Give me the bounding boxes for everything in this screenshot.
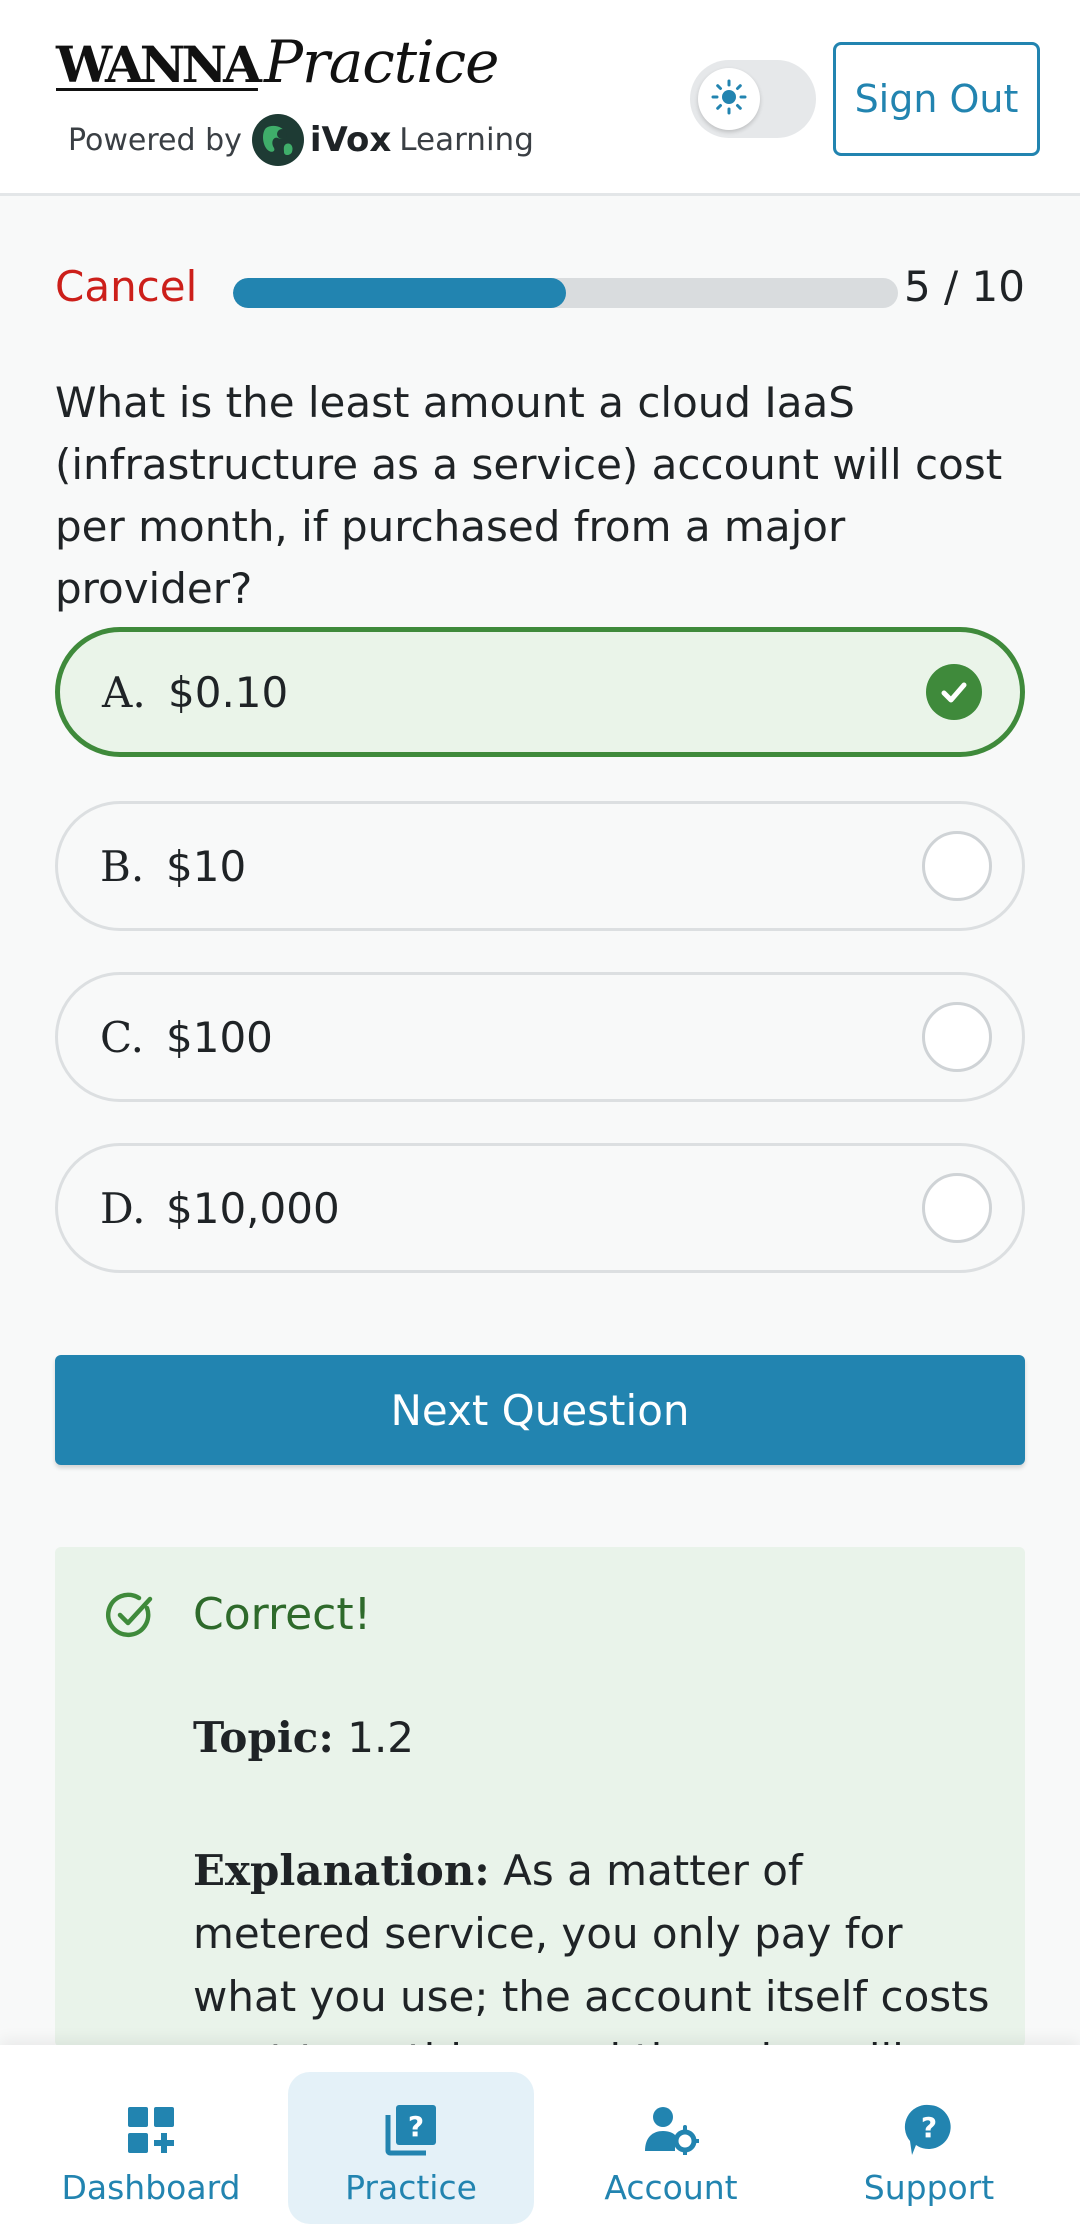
- check-circle-outline-icon: [103, 1589, 157, 1647]
- option-letter: C.: [100, 1012, 144, 1062]
- nav-label: Account: [604, 2168, 738, 2207]
- nav-item-account[interactable]: Account: [548, 2072, 794, 2240]
- dashboard-icon: [126, 2102, 176, 2158]
- sun-icon: [711, 79, 747, 119]
- radio-circle-icon: [922, 831, 992, 901]
- nav-item-dashboard[interactable]: Dashboard: [28, 2072, 274, 2240]
- option-letter: D.: [100, 1183, 146, 1233]
- topic-value: 1.2: [347, 1713, 415, 1762]
- account-icon: [643, 2102, 699, 2158]
- svg-text:?: ?: [921, 2111, 937, 2144]
- question-text: What is the least amount a cloud IaaS (i…: [55, 378, 1003, 613]
- feedback-panel: Correct! Topic: 1.2 Explanation: As a ma…: [55, 1547, 1025, 2047]
- ivox-name: iVox: [309, 120, 392, 160]
- toggle-knob: [698, 68, 760, 130]
- option-a[interactable]: A. $0.10: [55, 627, 1025, 757]
- feedback-topic: Topic: 1.2: [193, 1713, 414, 1762]
- nav-item-practice[interactable]: ? Practice: [288, 2072, 534, 2240]
- option-b[interactable]: B. $10: [55, 801, 1025, 931]
- option-letter: B.: [100, 841, 145, 891]
- nav-label: Support: [863, 2168, 995, 2207]
- feedback-status: Correct!: [193, 1589, 372, 1640]
- next-question-button[interactable]: Next Question: [55, 1355, 1025, 1465]
- option-d[interactable]: D. $10,000: [55, 1143, 1025, 1273]
- sign-out-button[interactable]: Sign Out: [833, 42, 1040, 156]
- topic-label: Topic:: [193, 1713, 334, 1762]
- radio-circle-icon: [922, 1002, 992, 1072]
- feedback-explanation: Explanation: As a matter of metered serv…: [193, 1839, 993, 2047]
- option-text: $100: [166, 1012, 273, 1062]
- ivox-globe-icon: [251, 114, 304, 166]
- check-circle-icon: [926, 664, 982, 720]
- svg-text:?: ?: [408, 2110, 424, 2143]
- nav-label: Practice: [345, 2168, 477, 2207]
- progress-counter: 5 / 10: [903, 262, 1025, 311]
- support-icon: ?: [904, 2102, 954, 2158]
- progress-bar: [233, 278, 898, 308]
- brand-practice: Practice: [263, 28, 499, 96]
- option-text: $10: [166, 841, 247, 891]
- brand-logo: WANNA Practice Powered by iVox Learning: [56, 28, 534, 166]
- radio-circle-icon: [922, 1173, 992, 1243]
- option-text: $0.10: [168, 667, 289, 717]
- powered-by-text: Powered by: [68, 122, 242, 158]
- app-header: WANNA Practice Powered by iVox Learning: [0, 0, 1080, 196]
- option-letter: A.: [102, 667, 146, 717]
- brand-wordmark: WANNA Practice: [56, 28, 534, 108]
- nav-item-support[interactable]: ? Support: [806, 2072, 1052, 2240]
- option-c[interactable]: C. $100: [55, 972, 1025, 1102]
- brand-wanna: WANNA: [56, 35, 262, 94]
- ivox-learning: Learning: [399, 122, 534, 158]
- progress-fill: [233, 278, 566, 308]
- theme-toggle[interactable]: [690, 60, 816, 138]
- powered-by: Powered by iVox Learning: [68, 114, 534, 166]
- practice-icon: ?: [384, 2102, 438, 2158]
- cancel-link[interactable]: Cancel: [55, 262, 197, 311]
- bottom-nav: Dashboard ? Practice Account ? Support: [0, 2045, 1080, 2240]
- option-text: $10,000: [166, 1183, 340, 1233]
- nav-label: Dashboard: [61, 2168, 241, 2207]
- explanation-label: Explanation:: [193, 1846, 490, 1895]
